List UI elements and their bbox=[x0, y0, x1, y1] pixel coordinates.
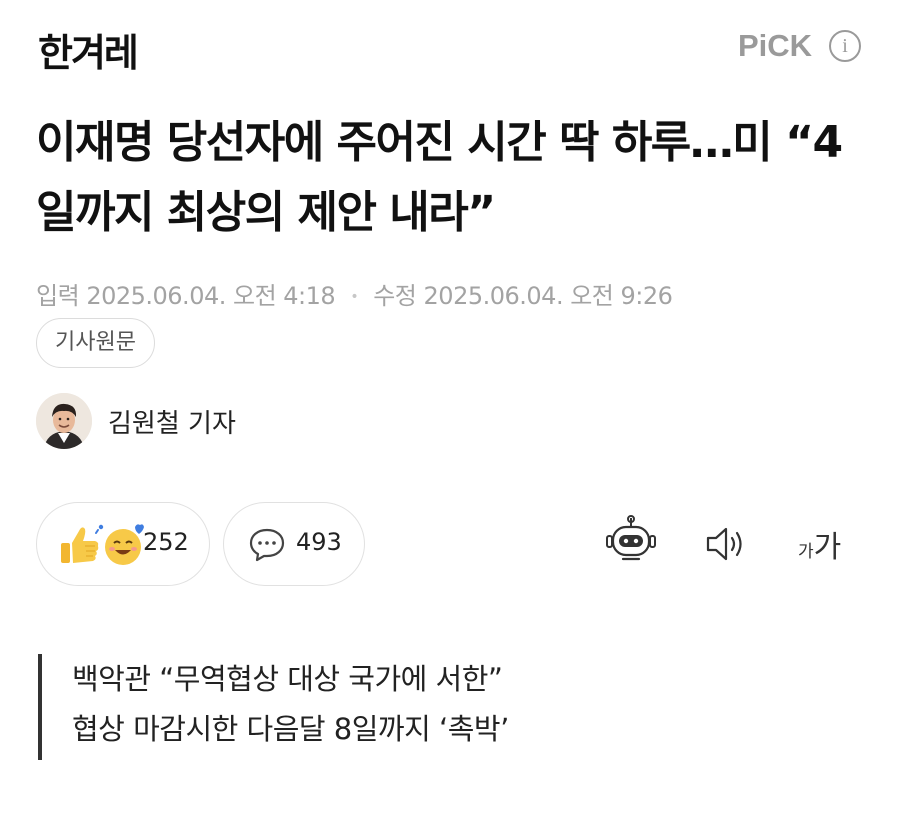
reaction-count: 252 bbox=[143, 528, 189, 556]
comment-count: 493 bbox=[296, 528, 342, 556]
comment-button[interactable]: 493 bbox=[223, 502, 365, 586]
input-label: 입력 bbox=[36, 282, 80, 310]
meta-separator: • bbox=[350, 289, 359, 305]
original-article-button[interactable]: 기사원문 bbox=[36, 318, 155, 368]
speaker-icon[interactable] bbox=[702, 520, 750, 568]
modified-label: 수정 bbox=[373, 282, 417, 310]
modified-datetime: 2025.06.04. 오전 9:26 bbox=[423, 282, 673, 310]
summary-line: 협상 마감시한 다음달 8일까지 ‘촉박’ bbox=[72, 712, 509, 746]
article-meta: 입력 2025.06.04. 오전 4:18 • 수정 2025.06.04. … bbox=[36, 276, 673, 311]
article-headline: 이재명 당선자에 주어진 시간 딱 하루…미 “4일까지 최상의 제안 내라” bbox=[36, 117, 843, 238]
font-size-small-label: 가 bbox=[798, 542, 814, 562]
pick-label: PiCK bbox=[738, 28, 813, 63]
thumbs-up-icon bbox=[61, 527, 99, 563]
article-summary: 백악관 “무역협상 대상 국가에 서한” 협상 마감시한 다음달 8일까지 ‘촉… bbox=[38, 654, 862, 760]
input-datetime: 2025.06.04. 오전 4:18 bbox=[86, 282, 336, 310]
top-bar: 한겨레 PiCK i bbox=[0, 0, 900, 90]
summary-line: 백악관 “무역협상 대상 국가에 서한” bbox=[72, 662, 503, 696]
smiling-face-icon bbox=[105, 524, 144, 565]
reaction-emoji-icons bbox=[61, 524, 144, 565]
font-size-big-label: 가 bbox=[813, 530, 842, 565]
font-size-button[interactable]: 가가 bbox=[798, 522, 841, 566]
press-logo[interactable]: 한겨레 bbox=[38, 22, 139, 77]
speech-bubble-icon bbox=[249, 528, 285, 562]
reporter-name[interactable]: 김원철 기자 bbox=[108, 403, 236, 440]
info-icon[interactable]: i bbox=[829, 30, 861, 62]
robot-icon[interactable] bbox=[603, 514, 659, 570]
reporter-avatar[interactable] bbox=[36, 393, 92, 449]
reaction-button[interactable]: 252 bbox=[36, 502, 210, 586]
